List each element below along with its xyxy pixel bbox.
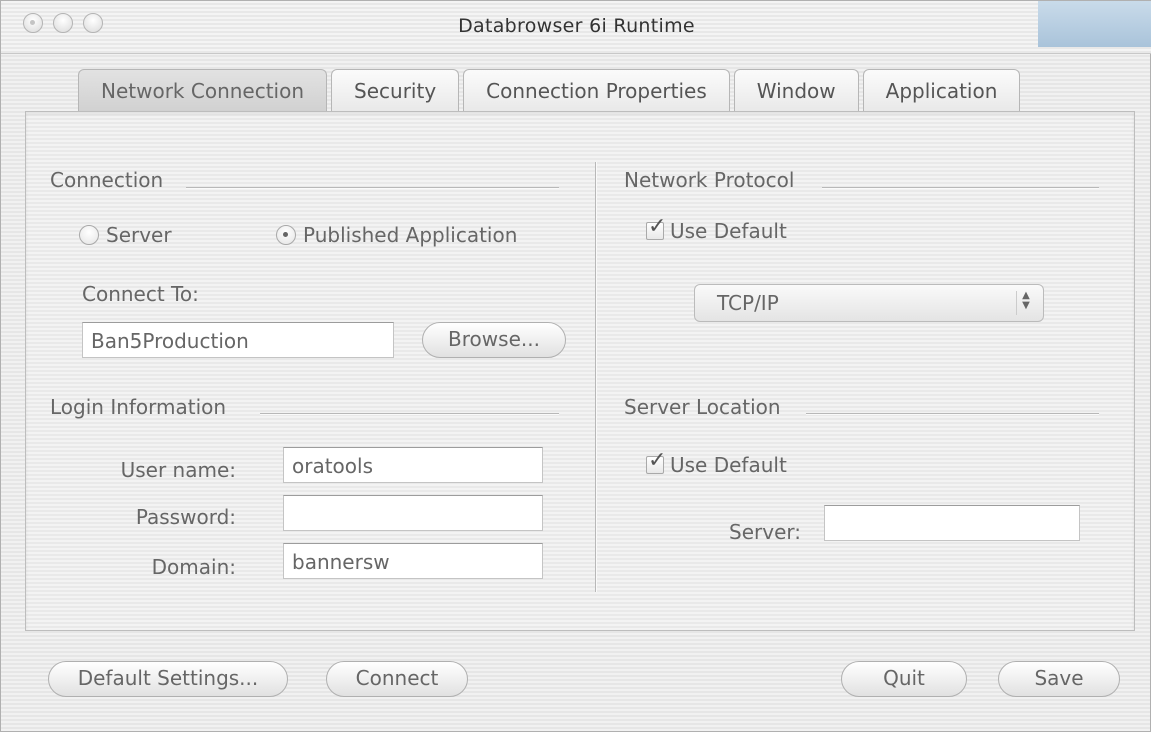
checkmark-icon: ✓ (648, 214, 667, 239)
username-field[interactable]: oratools (283, 447, 543, 483)
connect-button[interactable]: Connect (326, 661, 468, 697)
login-information-group-title: Login Information (50, 395, 227, 419)
tab-application[interactable]: Application (862, 69, 1021, 111)
connection-divider (186, 187, 559, 189)
password-field[interactable] (283, 495, 543, 531)
network-protocol-use-default-checkbox[interactable]: ✓ (646, 216, 666, 240)
domain-label: Domain: (151, 555, 236, 579)
tab-panel: Connection Server Published Application … (25, 111, 1135, 631)
protocol-select-value: TCP/IP (717, 291, 779, 315)
tab-bar: Network Connection Security Connection P… (78, 69, 1024, 113)
window-title: Databrowser 6i Runtime (458, 15, 695, 37)
connect-to-field[interactable]: Ban5Production (82, 322, 394, 358)
published-application-radio[interactable] (276, 225, 296, 245)
title-bar[interactable]: Databrowser 6i Runtime (1, 1, 1151, 54)
protocol-select[interactable]: TCP/IP ▲ ▼ (694, 284, 1044, 322)
network-protocol-use-default-label[interactable]: Use Default (670, 219, 787, 243)
tab-connection-properties[interactable]: Connection Properties (463, 69, 730, 111)
server-label: Server: (729, 520, 801, 544)
connect-to-label: Connect To: (82, 282, 199, 306)
background-window-corner (1038, 1, 1151, 47)
connection-group-title: Connection (50, 168, 164, 192)
default-settings-button[interactable]: Default Settings... (48, 661, 288, 697)
app-window: Databrowser 6i Runtime Network Connectio… (0, 0, 1151, 732)
up-down-arrows-icon: ▲ ▼ (1016, 291, 1035, 315)
username-label: User name: (120, 458, 236, 482)
server-location-use-default-label[interactable]: Use Default (670, 453, 787, 477)
server-radio-label[interactable]: Server (106, 223, 172, 247)
domain-field[interactable]: bannersw (283, 543, 543, 579)
tab-window[interactable]: Window (733, 69, 859, 111)
column-divider (595, 162, 597, 592)
server-location-divider (806, 413, 1099, 415)
network-protocol-divider (822, 187, 1099, 189)
checkmark-icon: ✓ (648, 448, 667, 473)
network-protocol-group-title: Network Protocol (624, 168, 795, 192)
quit-button[interactable]: Quit (841, 661, 967, 697)
login-divider (260, 413, 559, 415)
server-location-group-title: Server Location (624, 395, 781, 419)
server-location-use-default-checkbox[interactable]: ✓ (646, 450, 666, 474)
tab-network-connection[interactable]: Network Connection (78, 69, 328, 111)
tab-security[interactable]: Security (331, 69, 460, 111)
save-button[interactable]: Save (998, 661, 1120, 697)
password-label: Password: (135, 505, 236, 529)
server-field[interactable] (824, 505, 1080, 541)
published-application-radio-label[interactable]: Published Application (303, 223, 517, 247)
server-radio[interactable] (79, 225, 99, 245)
browse-button[interactable]: Browse... (422, 322, 566, 358)
